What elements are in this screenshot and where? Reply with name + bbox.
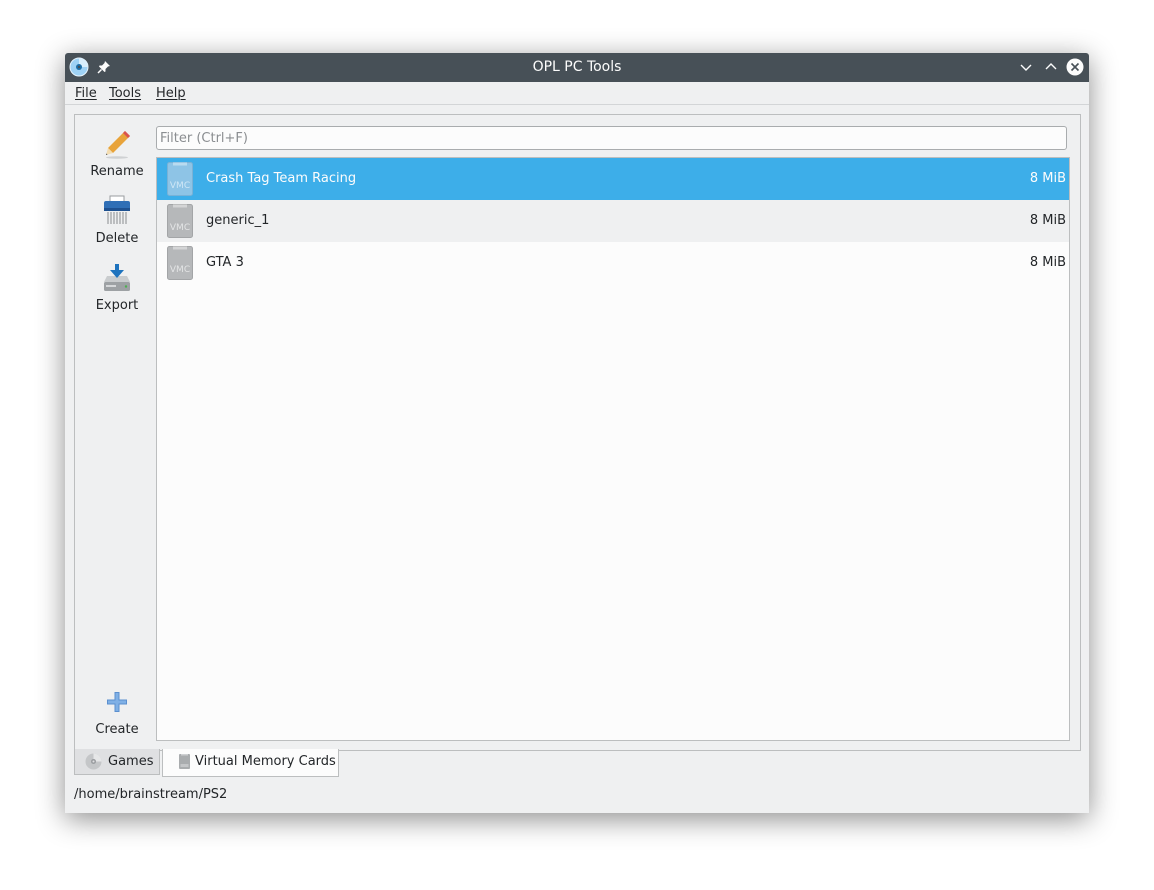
window-title: OPL PC Tools	[532, 59, 622, 75]
tab-virtual-memory-cards[interactable]: Virtual Memory Cards	[162, 749, 339, 777]
export-label: Export	[95, 298, 139, 313]
list-item[interactable]: VMC GTA 3 8 MiB	[157, 242, 1069, 284]
list-item[interactable]: VMC generic_1 8 MiB	[157, 200, 1069, 242]
vmc-icon-text: VMC	[170, 265, 190, 275]
vmc-icon: VMC	[167, 204, 193, 238]
menu-separator	[65, 104, 1089, 105]
pencil-icon	[106, 131, 130, 159]
card-name: generic_1	[206, 213, 270, 228]
rename-label: Rename	[90, 164, 144, 179]
card-size: 8 MiB	[1029, 255, 1066, 270]
delete-button[interactable]: Delete	[81, 195, 153, 246]
vmc-icon: VMC	[167, 246, 193, 280]
card-name: GTA 3	[206, 255, 244, 270]
delete-label: Delete	[95, 231, 139, 246]
shredder-icon	[104, 195, 130, 224]
menu-bar: File Tools Help	[65, 82, 1089, 105]
vmc-icon-text: VMC	[170, 181, 190, 191]
vmc-icon: VMC	[167, 162, 193, 196]
maximize-button[interactable]	[1042, 58, 1060, 76]
card-size: 8 MiB	[1029, 213, 1066, 228]
card-name: Crash Tag Team Racing	[206, 171, 357, 186]
tab-games-label: Games	[108, 754, 154, 769]
title-bar[interactable]: OPL PC Tools	[65, 53, 1089, 82]
tab-virtual-memory-cards-label: Virtual Memory Cards	[195, 754, 336, 769]
memory-card-list[interactable]: VMC Crash Tag Team Racing 8 MiB VMC gene…	[156, 157, 1070, 741]
export-button[interactable]: Export	[81, 262, 153, 313]
vmc-icon-text: VMC	[170, 223, 190, 233]
memory-cards-panel: Rename Delete Export Create Filter (Ctrl…	[74, 114, 1081, 751]
filter-input[interactable]	[156, 126, 1067, 150]
disc-icon	[85, 753, 102, 770]
menu-tools[interactable]: Tools	[109, 86, 141, 101]
plus-icon	[107, 692, 127, 712]
create-button[interactable]: Create	[81, 686, 153, 737]
close-button[interactable]	[1066, 58, 1084, 76]
list-item[interactable]: VMC Crash Tag Team Racing 8 MiB	[157, 158, 1069, 200]
create-label: Create	[95, 722, 139, 737]
card-size: 8 MiB	[1029, 171, 1066, 186]
menu-help[interactable]: Help	[156, 86, 186, 101]
minimize-button[interactable]	[1017, 58, 1035, 76]
export-drive-icon	[104, 264, 130, 291]
menu-file[interactable]: File	[75, 86, 97, 101]
tab-games[interactable]: Games	[74, 749, 160, 775]
status-path: /home/brainstream/PS2	[74, 787, 228, 802]
rename-button[interactable]: Rename	[81, 128, 153, 179]
memory-card-icon	[179, 754, 190, 769]
app-window: OPL PC Tools File Tools Help Rename Dele…	[65, 53, 1089, 813]
